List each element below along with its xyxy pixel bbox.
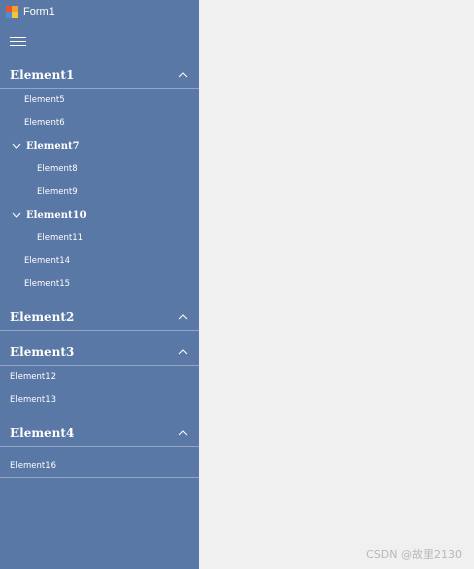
nav-group-element1[interactable]: Element1	[0, 61, 199, 89]
content-area: CSDN @故里2130	[199, 0, 474, 569]
nav-group-title: Element4	[10, 425, 75, 440]
nav-group-title: Element2	[10, 309, 75, 324]
nav-item-element9[interactable]: Element9	[0, 181, 199, 203]
nav-item-element5[interactable]: Element5	[0, 89, 199, 111]
nav-subgroup-element7[interactable]: Element7	[0, 135, 199, 157]
navigation-sidebar: Form1 Element1 Element5 Element6 Element…	[0, 0, 199, 569]
nav-subgroup-label: Element10	[26, 209, 87, 221]
nav-item-element13[interactable]: Element13	[0, 389, 199, 411]
nav-item-element6[interactable]: Element6	[0, 112, 199, 134]
chevron-up-icon	[178, 429, 188, 435]
nav-group-element2[interactable]: Element2	[0, 303, 199, 331]
nav-item-element8[interactable]: Element8	[0, 158, 199, 180]
chevron-up-icon	[178, 348, 188, 354]
nav-item-element11[interactable]: Element11	[0, 227, 199, 249]
nav-item-element12[interactable]: Element12	[0, 366, 199, 388]
nav-item-element16[interactable]: Element16	[0, 455, 199, 477]
nav-group-element4[interactable]: Element4	[0, 419, 199, 447]
nav-subgroup-label: Element7	[26, 140, 80, 152]
watermark-text: CSDN @故里2130	[366, 548, 462, 561]
app-icon	[6, 6, 18, 18]
hamburger-menu-icon[interactable]	[10, 36, 26, 48]
chevron-up-icon	[178, 313, 188, 319]
nav-item-element15[interactable]: Element15	[0, 273, 199, 295]
nav-item-element14[interactable]: Element14	[0, 250, 199, 272]
divider	[0, 477, 199, 478]
chevron-down-icon	[12, 143, 21, 149]
nav-group-title: Element3	[10, 344, 75, 359]
nav-group-element3[interactable]: Element3	[0, 338, 199, 366]
chevron-up-icon	[178, 71, 188, 77]
chevron-down-icon	[12, 212, 21, 218]
window-titlebar: Form1	[0, 0, 199, 24]
nav-group-title: Element1	[10, 67, 75, 82]
nav-subgroup-element10[interactable]: Element10	[0, 204, 199, 226]
window-title: Form1	[23, 6, 55, 18]
